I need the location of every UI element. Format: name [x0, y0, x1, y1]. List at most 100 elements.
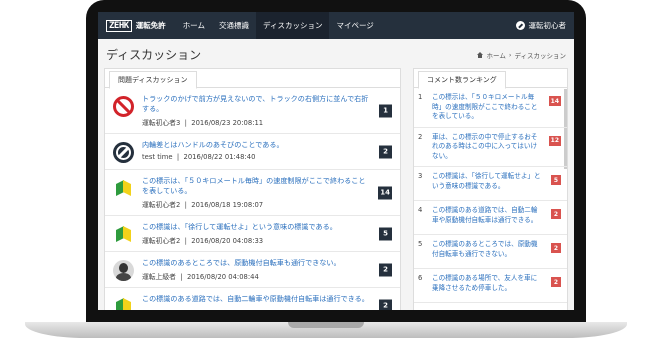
comment-count-badge: 1	[379, 104, 392, 117]
topic-author: 運転初心者2	[142, 201, 181, 209]
ranking-item[interactable]: 5 この標識のあるところでは、原動機付自転車も通行できない。 2	[414, 235, 567, 269]
nav-home[interactable]: ホーム	[176, 12, 212, 39]
comment-count-badge: 2	[379, 145, 392, 158]
ranking-number: 3	[418, 172, 423, 180]
meta-separator: |	[184, 119, 187, 127]
ranking-title[interactable]: この標識のあるところでは、原動機付自転車も通行できない。	[432, 240, 562, 263]
ranking-item[interactable]: 6 この標識のある場所で、友人を車に乗降させるため停車した。 2	[414, 269, 567, 303]
topic-meta: 運転初心者3 | 2016/08/23 20:08:11	[142, 117, 372, 127]
ranking-title[interactable]: この標示は、「５０キロメートル毎時」の速度制限がここで終わることを表している。	[432, 93, 562, 122]
ranking-title[interactable]: この標識は、「徐行して運転せよ」という意味の標識である。	[432, 172, 562, 195]
comment-count-badge: 2	[379, 299, 392, 310]
comment-count-badge: 14	[378, 186, 392, 199]
ranking-count-badge: 12	[548, 135, 561, 146]
topic-body: トラックのかげで前方が見えないので、トラックの右側方に並んで右折する。 運転初心…	[142, 94, 394, 127]
breadcrumb: ホーム › ディスカッション	[476, 50, 566, 60]
topic-meta: 運転初心者2 | 2016/08/20 04:08:33	[142, 235, 372, 245]
ranking-title[interactable]: この標識のある道路では、自動二輪車や原動機付自転車は通行できる。	[432, 206, 562, 229]
topic-item[interactable]: この標識のある道路では、自動二輪車や原動機付自転車は通行できる。 2	[105, 288, 400, 310]
topic-body: この標識のあるところでは、原動機付自転車も通行できない。 運転上級者 | 201…	[142, 258, 394, 281]
topic-list-panel: 問題ディスカッション トラックのかげで前方が見えないので、トラックの右側方に並ん…	[104, 68, 401, 310]
ranking-number: 6	[418, 274, 423, 282]
nav-mypage[interactable]: マイページ	[329, 12, 380, 39]
topic-meta: test time | 2016/08/22 01:48:40	[142, 153, 372, 161]
ranking-item[interactable]: 4 この標識のある道路では、自動二輪車や原動機付自転車は通行できる。 2	[414, 201, 567, 235]
topic-title[interactable]: この標識は、「徐行して運転せよ」という意味の標識である。	[142, 222, 372, 232]
top-navbar: ZEHK 運転免許 ホーム 交通標識 ディスカッション マイページ 運転初心者	[98, 12, 574, 39]
ranking-count-badge: 5	[551, 175, 561, 185]
ranking-item[interactable]: 3 この標識は、「徐行して運転せよ」という意味の標識である。 5	[414, 167, 567, 201]
ranking-item[interactable]: 2 車は、この標示の中で停止するおそれのある時はこの中に入ってはいけない。 12	[414, 128, 567, 167]
page-header: ディスカッション ホーム › ディスカッション	[98, 39, 574, 67]
ranking-count-badge: 2	[551, 243, 561, 253]
comment-count-badge: 5	[379, 227, 392, 240]
topic-body: 内輪差とはハンドルのあそびのことである。 test time | 2016/08…	[142, 140, 394, 161]
beginner-mark-icon	[113, 178, 134, 199]
topic-meta: 運転上級者 | 2016/08/20 04:08:44	[142, 271, 372, 281]
topic-date: 2016/08/20 04:08:44	[186, 273, 259, 281]
topic-title[interactable]: この標識のある道路では、自動二輪車や原動機付自転車は通行できる。	[142, 294, 372, 304]
app-screen: ZEHK 運転免許 ホーム 交通標識 ディスカッション マイページ 運転初心者 …	[98, 12, 574, 310]
tab-comment-ranking[interactable]: コメント数ランキング	[418, 71, 506, 89]
topic-title[interactable]: この標示は、「５０キロメートル毎時」の速度制限がここで終わることを表している。	[142, 176, 372, 196]
topic-tab-row: 問題ディスカッション	[105, 69, 400, 89]
page-title: ディスカッション	[106, 48, 202, 62]
laptop-notch	[288, 322, 364, 328]
user-avatar-icon	[515, 21, 525, 30]
user-name: 運転初心者	[528, 21, 567, 30]
logo-mark: ZEHK	[106, 19, 132, 32]
breadcrumb-home[interactable]: ホーム	[487, 50, 506, 60]
meta-separator: |	[184, 237, 187, 245]
topic-date: 2016/08/20 04:08:33	[191, 237, 264, 245]
ranking-tab-row: コメント数ランキング	[414, 69, 567, 89]
breadcrumb-current: ディスカッション	[514, 51, 566, 60]
topic-author: 運転上級者	[142, 273, 176, 281]
beginner-mark-icon	[113, 296, 134, 310]
ranking-count-badge: 2	[551, 209, 561, 219]
no-entry-sign-icon	[113, 96, 134, 117]
ranking-title[interactable]: 車は、この標示の中で停止するおそれのある時はこの中に入ってはいけない。	[432, 133, 562, 162]
topic-body: この標識のある道路では、自動二輪車や原動機付自転車は通行できる。	[142, 294, 394, 304]
meta-separator: |	[184, 201, 187, 209]
topic-author: test time	[142, 153, 173, 161]
ranking-title[interactable]: この標識のある場所で、友人を車に乗降させるため停車した。	[432, 274, 562, 297]
user-photo-icon	[113, 260, 134, 281]
ranking-count-badge: 2	[551, 277, 561, 287]
nav-discussion[interactable]: ディスカッション	[255, 12, 330, 39]
logo-text: 運転免許	[135, 21, 166, 30]
ranking-number: 1	[418, 93, 423, 101]
meta-separator: |	[180, 273, 183, 281]
topic-title[interactable]: 内輪差とはハンドルのあそびのことである。	[142, 140, 372, 150]
topic-body: この標識は、「徐行して運転せよ」という意味の標識である。 運転初心者2 | 20…	[142, 222, 394, 245]
topic-date: 2016/08/22 01:48:40	[183, 153, 256, 161]
topic-date: 2016/08/18 19:08:07	[191, 201, 264, 209]
topic-author: 運転初心者3	[142, 119, 181, 127]
topic-author: 運転初心者2	[142, 237, 181, 245]
nav-traffic-signs[interactable]: 交通標識	[212, 12, 256, 39]
comment-ranking-panel: コメント数ランキング 1 この標示は、「５０キロメートル毎時」の速度制限がここで…	[413, 68, 568, 310]
topic-date: 2016/08/23 20:08:11	[191, 119, 264, 127]
topic-item[interactable]: トラックのかげで前方が見えないので、トラックの右側方に並んで右折する。 運転初心…	[105, 88, 400, 134]
home-icon	[476, 51, 484, 58]
topic-item[interactable]: 内輪差とはハンドルのあそびのことである。 test time | 2016/08…	[105, 134, 400, 170]
beginner-mark-icon	[113, 224, 134, 245]
ranking-number: 4	[418, 206, 423, 214]
ranking-count-badge: 14	[548, 96, 561, 106]
user-menu[interactable]: 運転初心者	[515, 20, 567, 31]
topic-item[interactable]: この標識は、「徐行して運転せよ」という意味の標識である。 運転初心者2 | 20…	[105, 216, 400, 252]
ranking-number: 2	[418, 132, 423, 141]
topic-title[interactable]: この標識のあるところでは、原動機付自転車も通行できない。	[142, 258, 372, 268]
comment-count-badge: 2	[379, 263, 392, 276]
site-logo[interactable]: ZEHK 運転免許	[106, 19, 166, 32]
topic-meta: 運転初心者2 | 2016/08/18 19:08:07	[142, 199, 372, 209]
topic-item[interactable]: この標示は、「５０キロメートル毎時」の速度制限がここで終わることを表している。 …	[105, 170, 400, 216]
ranking-number: 5	[418, 240, 423, 248]
user-avatar-icon	[113, 142, 134, 163]
meta-separator: |	[176, 153, 180, 161]
topic-item[interactable]: この標識のあるところでは、原動機付自転車も通行できない。 運転上級者 | 201…	[105, 252, 400, 288]
breadcrumb-separator: ›	[508, 50, 512, 59]
tab-topic-discussion[interactable]: 問題ディスカッション	[109, 71, 197, 89]
topic-body: この標示は、「５０キロメートル毎時」の速度制限がここで終わることを表している。 …	[142, 176, 394, 209]
topic-title[interactable]: トラックのかげで前方が見えないので、トラックの右側方に並んで右折する。	[142, 94, 372, 114]
ranking-item[interactable]: 1 この標示は、「５０キロメートル毎時」の速度制限がここで終わることを表している…	[414, 88, 567, 128]
